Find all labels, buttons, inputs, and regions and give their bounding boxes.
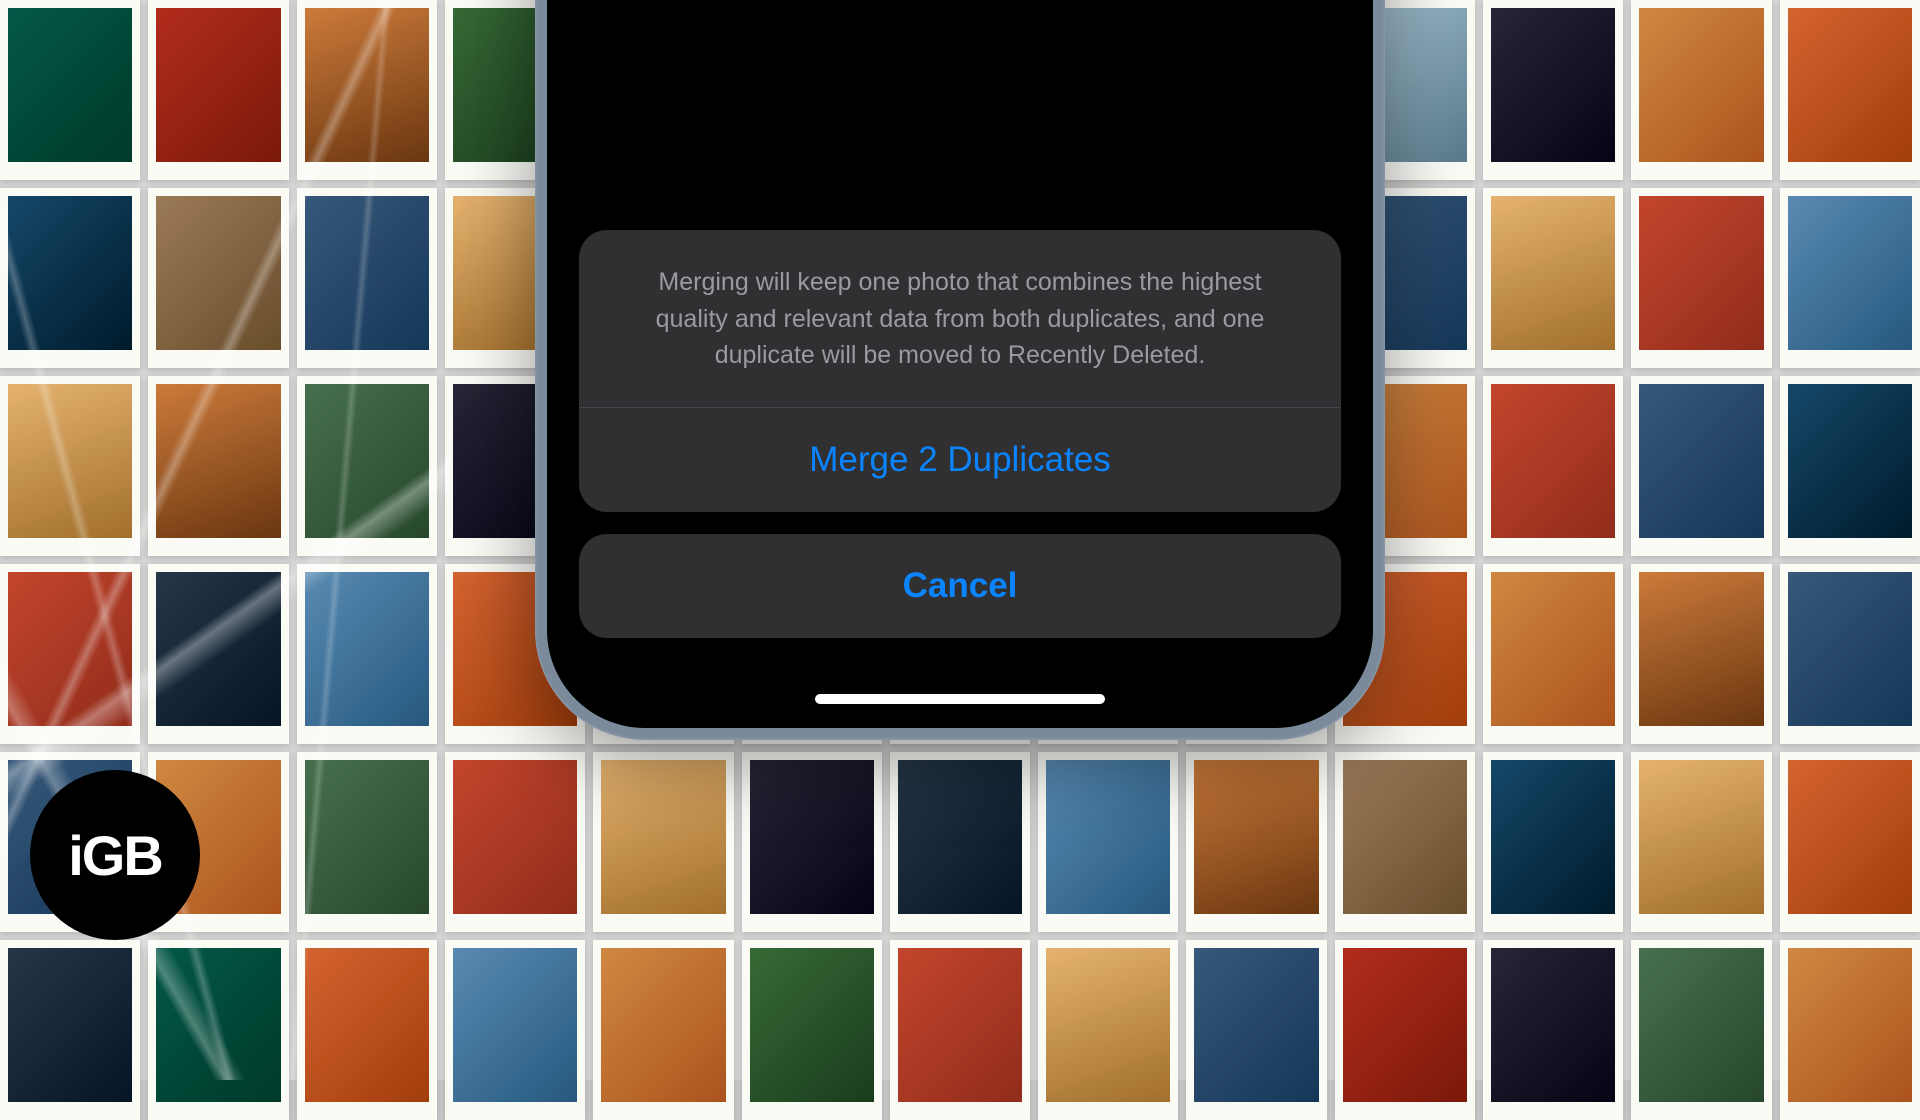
polaroid-thumb <box>1780 188 1920 368</box>
cancel-button[interactable]: Cancel <box>579 534 1341 638</box>
polaroid-thumb <box>0 0 140 180</box>
polaroid-thumb <box>297 752 437 932</box>
polaroid-thumb <box>1780 940 1920 1120</box>
igb-logo-text: iGB <box>68 823 162 888</box>
polaroid-thumb <box>593 940 733 1120</box>
polaroid-thumb <box>1186 752 1326 932</box>
polaroid-thumb <box>0 188 140 368</box>
polaroid-thumb <box>148 0 288 180</box>
polaroid-thumb <box>297 0 437 180</box>
polaroid-thumb <box>297 376 437 556</box>
polaroid-thumb <box>445 752 585 932</box>
polaroid-thumb <box>1483 564 1623 744</box>
polaroid-thumb <box>1483 0 1623 180</box>
polaroid-thumb <box>1631 0 1771 180</box>
igb-logo-badge: iGB <box>30 770 200 940</box>
merge-duplicates-action-sheet: Merging will keep one photo that combine… <box>579 230 1341 638</box>
polaroid-thumb <box>1038 752 1178 932</box>
polaroid-thumb <box>148 564 288 744</box>
polaroid-thumb <box>445 940 585 1120</box>
polaroid-thumb <box>297 940 437 1120</box>
polaroid-thumb <box>1483 188 1623 368</box>
polaroid-thumb <box>1780 564 1920 744</box>
action-sheet-message: Merging will keep one photo that combine… <box>579 230 1341 408</box>
polaroid-thumb <box>0 564 140 744</box>
polaroid-thumb <box>1631 564 1771 744</box>
polaroid-thumb <box>1631 752 1771 932</box>
polaroid-thumb <box>1483 752 1623 932</box>
polaroid-thumb <box>297 564 437 744</box>
polaroid-thumb <box>0 376 140 556</box>
home-indicator[interactable] <box>815 694 1105 704</box>
polaroid-thumb <box>1483 940 1623 1120</box>
polaroid-thumb <box>1631 188 1771 368</box>
polaroid-thumb <box>890 940 1030 1120</box>
polaroid-thumb <box>1335 940 1475 1120</box>
polaroid-thumb <box>593 752 733 932</box>
iphone-device-frame: Merging will keep one photo that combine… <box>535 0 1385 740</box>
polaroid-thumb <box>1186 940 1326 1120</box>
polaroid-thumb <box>1335 752 1475 932</box>
polaroid-thumb <box>742 940 882 1120</box>
polaroid-thumb <box>148 188 288 368</box>
polaroid-thumb <box>1780 752 1920 932</box>
merge-duplicates-button[interactable]: Merge 2 Duplicates <box>579 408 1341 512</box>
polaroid-thumb <box>1038 940 1178 1120</box>
polaroid-thumb <box>890 752 1030 932</box>
polaroid-thumb <box>1483 376 1623 556</box>
polaroid-thumb <box>1631 376 1771 556</box>
polaroid-thumb <box>1780 376 1920 556</box>
iphone-screen: Merging will keep one photo that combine… <box>547 0 1373 728</box>
polaroid-thumb <box>1780 0 1920 180</box>
polaroid-thumb <box>1631 940 1771 1120</box>
polaroid-thumb <box>148 376 288 556</box>
action-sheet-group: Merging will keep one photo that combine… <box>579 230 1341 512</box>
polaroid-thumb <box>148 940 288 1120</box>
polaroid-thumb <box>0 940 140 1120</box>
polaroid-thumb <box>297 188 437 368</box>
polaroid-thumb <box>742 752 882 932</box>
